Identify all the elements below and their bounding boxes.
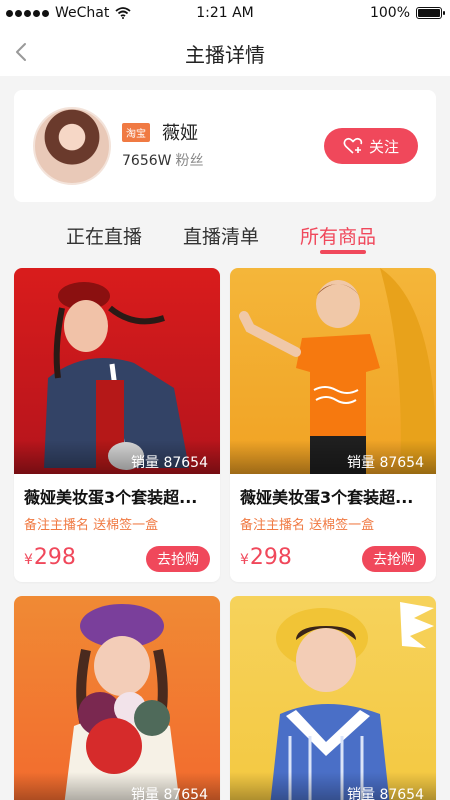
product-card[interactable]: 销量 87654 [14,596,220,800]
follow-label: 关注 [368,137,399,156]
battery-percent: 100% [369,5,410,21]
tab-bar: 正在直播 直播清单 所有商品 [0,216,450,260]
battery-icon [416,7,445,19]
product-subtitle: 备注主播名 送棉签一盒 [240,518,375,533]
product-price: ¥298 [240,545,292,570]
product-image[interactable]: 销量 87654 [230,596,436,800]
product-card[interactable]: 销量 87654 薇娅美妆蛋3个套装超... 备注主播名 送棉签一盒 ¥298 … [14,268,220,582]
tab-live[interactable]: 正在直播 [66,222,142,249]
product-card[interactable]: 销量 87654 [230,596,436,800]
price-symbol: ¥ [24,552,33,568]
sales-count: 销量 87654 [14,440,220,474]
fans-row: 7656W 粉丝 [122,150,203,170]
platform-badge: 淘宝 [122,123,150,142]
sales-count: 销量 87654 [14,772,220,800]
fans-label: 粉丝 [175,153,204,169]
tab-live-list[interactable]: 直播清单 [183,222,259,249]
product-image[interactable]: 销量 87654 [14,268,220,474]
tab-indicator [320,250,366,254]
status-bar: WeChat 1:21 AM 100% [0,0,450,28]
page-title: 主播详情 [185,43,265,67]
price-amount: 298 [33,545,76,570]
product-image[interactable]: 销量 87654 [14,596,220,800]
tab-all-products[interactable]: 所有商品 [300,222,376,249]
product-image[interactable]: 销量 87654 [230,268,436,474]
nav-bar: 主播详情 [0,28,450,76]
grab-button[interactable]: 去抢购 [146,546,210,572]
product-title: 薇娅美妆蛋3个套装超... [240,488,414,507]
status-right: 100% [369,5,445,21]
avatar[interactable] [33,107,111,185]
follow-button[interactable]: 关注 [324,128,418,164]
grab-button[interactable]: 去抢购 [362,546,426,572]
product-title: 薇娅美妆蛋3个套装超... [24,488,198,507]
product-subtitle: 备注主播名 送棉签一盒 [24,518,159,533]
product-price: ¥298 [24,545,76,570]
sales-count: 销量 87654 [230,440,436,474]
price-amount: 298 [249,545,292,570]
product-card[interactable]: 销量 87654 薇娅美妆蛋3个套装超... 备注主播名 送棉签一盒 ¥298 … [230,268,436,582]
price-symbol: ¥ [240,552,249,568]
product-photo-boy-yellow-hat [270,602,434,800]
fans-count: 7656W [122,153,172,169]
anchor-name: 薇娅 [162,123,198,144]
product-photo-girl-purple-hat [64,604,180,800]
sales-count: 销量 87654 [230,772,436,800]
heart-plus-icon [343,137,363,154]
anchor-profile-card: 淘宝 薇娅 7656W 粉丝 关注 [14,90,436,202]
